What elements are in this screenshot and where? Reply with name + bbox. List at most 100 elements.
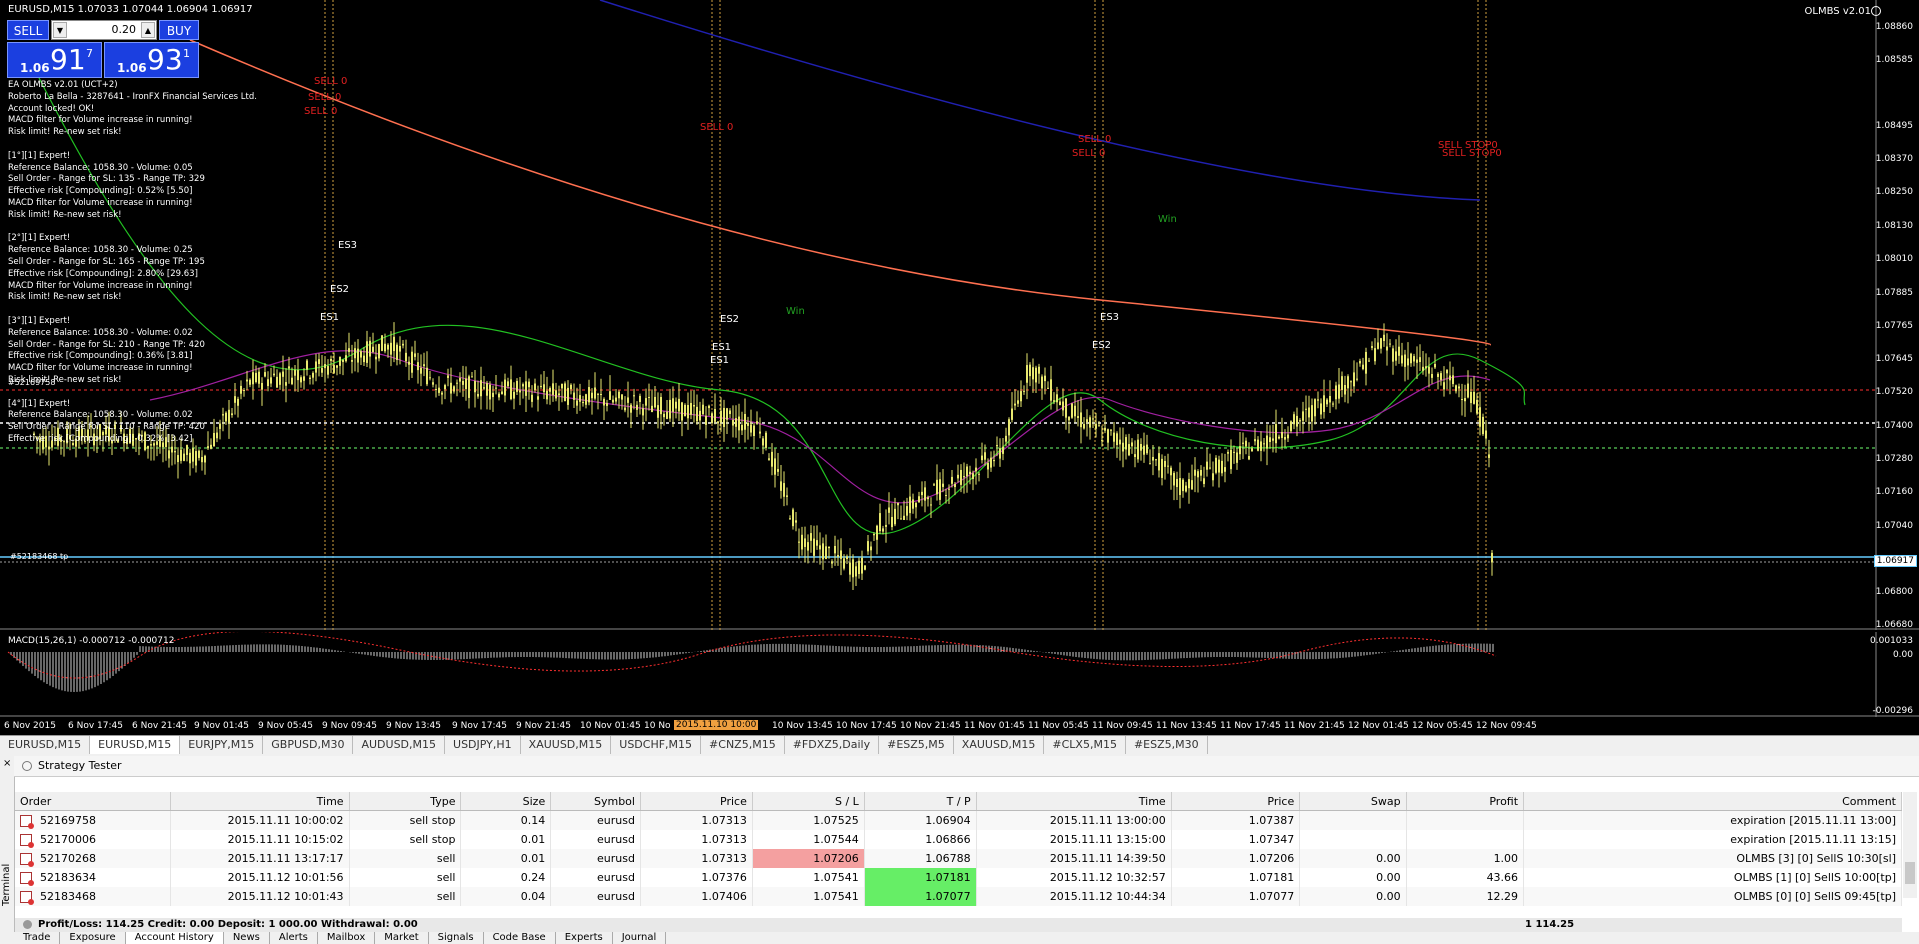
chart-tab[interactable]: EURUSD,M15 [90, 736, 181, 754]
decrease-lot-icon[interactable]: ▼ [53, 22, 67, 38]
column-header[interactable]: Time [170, 792, 350, 811]
chart-tab[interactable]: XAUUSD,M15 [521, 736, 612, 754]
column-header[interactable]: T / P [864, 792, 977, 811]
terminal-tab[interactable]: Journal [613, 932, 667, 944]
column-header[interactable]: Size [460, 792, 552, 811]
candle-body [1407, 358, 1409, 366]
macd-chart[interactable] [0, 632, 1919, 717]
column-header[interactable]: Order [15, 792, 172, 811]
candle-body [1176, 478, 1178, 488]
buy-button[interactable]: BUY [159, 20, 199, 40]
lot-size-value[interactable]: 0.20 [112, 23, 137, 36]
terminal-tab[interactable]: Market [375, 932, 429, 944]
ask-price-box[interactable]: 1.06 93 1 [104, 42, 199, 78]
candle-body [1209, 467, 1211, 469]
candle-body [447, 375, 449, 378]
column-header[interactable]: Price [640, 792, 753, 811]
chart-tab[interactable]: GBPUSD,M30 [263, 736, 354, 754]
candle-body [1005, 435, 1007, 442]
close-icon[interactable]: × [3, 758, 11, 769]
column-header[interactable]: Symbol [550, 792, 641, 811]
column-header[interactable]: S / L [752, 792, 865, 811]
price-chart[interactable] [0, 0, 1919, 630]
increase-lot-icon[interactable]: ▲ [141, 22, 155, 38]
chart-tab[interactable]: #CLX5,M15 [1044, 736, 1126, 754]
candle-body [1398, 346, 1400, 356]
chart-tab[interactable]: USDJPY,H1 [445, 736, 521, 754]
table-scrollbar[interactable] [1903, 792, 1917, 898]
column-header[interactable]: Comment [1523, 792, 1902, 811]
candle-body [852, 559, 854, 578]
table-row[interactable]: 52170268 2015.11.11 13:17:17 sell 0.01 eurus… [15, 849, 1902, 868]
chart-tab[interactable]: EURUSD,M15 [0, 736, 91, 754]
candle-body [492, 392, 494, 398]
candle-body [384, 343, 386, 352]
column-header[interactable]: Profit [1406, 792, 1525, 811]
table-cell-close-price: 1.07387 [1171, 810, 1301, 830]
candle-body [357, 348, 359, 363]
candle-body [1362, 364, 1364, 370]
table-row[interactable]: 52183634 2015.11.12 10:01:56 sell 0.24 eurus… [15, 868, 1902, 887]
candle-body [192, 448, 194, 462]
candle-body [579, 395, 581, 402]
time-tick-label: 11 Nov 05:45 [1028, 721, 1089, 731]
candle-body [807, 542, 809, 551]
column-header[interactable]: Time [976, 792, 1172, 811]
terminal-tab[interactable]: Experts [556, 932, 613, 944]
candle-body [1203, 478, 1205, 484]
candle-body [1125, 437, 1127, 450]
candle-body [1464, 398, 1466, 402]
table-cell-close-time: 2015.11.11 14:39:50 [976, 849, 1172, 868]
candle-body [708, 405, 710, 409]
terminal-tab[interactable]: Exposure [60, 932, 126, 944]
win-label: Win [786, 306, 805, 317]
candle-body [1434, 363, 1436, 368]
candle-body [1359, 360, 1361, 364]
pin-icon[interactable] [22, 761, 32, 771]
chart-tab[interactable]: #CNZ5,M15 [701, 736, 785, 754]
candle-body [780, 481, 782, 491]
bid-price-box[interactable]: 1.06 91 7 [7, 42, 102, 78]
scrollbar-thumb[interactable] [1905, 862, 1915, 884]
candle-body [1386, 346, 1388, 351]
chart-tab[interactable]: #FDXZ5,Daily [785, 736, 880, 754]
chart-tab[interactable]: XAUUSD,M15 [954, 736, 1045, 754]
candle-body [804, 538, 806, 547]
chart-window[interactable]: EURUSD,M15 1.07033 1.07044 1.06904 1.069… [0, 0, 1919, 735]
terminal-tab[interactable]: Trade [14, 932, 61, 944]
candle-body [603, 398, 605, 406]
ma-magenta-line [149, 350, 1491, 504]
terminal-tab[interactable]: Signals [429, 932, 484, 944]
terminal-tab[interactable]: Mailbox [318, 932, 376, 944]
candle-body [618, 391, 620, 399]
terminal-tab[interactable]: Account History [125, 932, 224, 944]
candle-body [822, 543, 824, 560]
table-row[interactable]: 52169758 2015.11.11 10:00:02 sell stop 0.14… [15, 810, 1902, 830]
terminal-tab[interactable]: News [224, 932, 270, 944]
chart-tab[interactable]: #ESZ5,M30 [1126, 736, 1208, 754]
table-cell-swap [1299, 830, 1407, 849]
terminal-tab[interactable]: Code Base [484, 932, 556, 944]
candle-body [1071, 403, 1073, 418]
sell-button[interactable]: SELL [7, 20, 49, 40]
candle-body [330, 358, 332, 361]
column-header[interactable]: Price [1171, 792, 1301, 811]
column-header[interactable]: Type [349, 792, 462, 811]
table-row[interactable]: 52183468 2015.11.12 10:01:43 sell 0.04 eurus… [15, 887, 1902, 906]
candle-body [408, 361, 410, 365]
column-header[interactable]: Swap [1299, 792, 1407, 811]
table-cell-symbol: eurusd [550, 868, 641, 887]
chart-tab[interactable]: AUDUSD,M15 [353, 736, 446, 754]
candle-body [723, 407, 725, 427]
terminal-tab[interactable]: Alerts [270, 932, 318, 944]
candle-body [297, 370, 299, 381]
chart-tab[interactable]: EURJPY,M15 [180, 736, 264, 754]
table-row[interactable]: 52170006 2015.11.11 10:15:02 sell stop 0.01… [15, 830, 1902, 849]
chart-tab[interactable]: #ESZ5,M5 [879, 736, 954, 754]
ea-smiley-icon[interactable] [1871, 6, 1881, 16]
candle-body [372, 346, 374, 352]
order-icon [20, 872, 34, 886]
candle-body [177, 455, 179, 463]
chart-tab[interactable]: USDCHF,M15 [611, 736, 702, 754]
lot-size-field[interactable]: ▼ 0.20 ▲ [51, 20, 157, 40]
